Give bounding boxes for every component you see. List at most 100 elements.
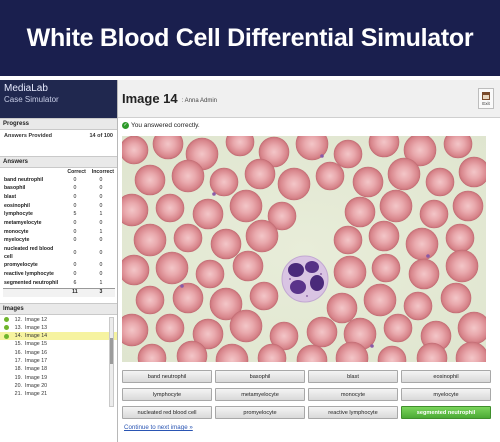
answer-button[interactable]: monocyte xyxy=(308,388,398,401)
red-blood-cell xyxy=(306,316,338,348)
status-text: You answered correctly. xyxy=(131,121,200,129)
image-label: Image 19 xyxy=(25,374,48,381)
exit-label: Exit xyxy=(482,100,490,106)
pending-dot-icon xyxy=(4,342,9,347)
answer-incorrect: 1 xyxy=(99,211,103,218)
red-blood-cell xyxy=(245,219,279,253)
pending-dot-icon xyxy=(4,392,9,397)
red-blood-cell xyxy=(445,223,475,253)
red-blood-cell xyxy=(155,251,189,285)
exit-icon xyxy=(482,91,490,100)
red-blood-cell xyxy=(371,253,401,283)
red-blood-cell xyxy=(363,283,397,317)
answer-incorrect: 1 xyxy=(99,279,103,286)
answer-label: band neutrophil xyxy=(4,176,44,183)
image-list-item[interactable]: 20. Image 20 xyxy=(0,382,117,390)
answer-button[interactable]: lymphocyte xyxy=(122,388,212,401)
exit-button[interactable]: Exit xyxy=(478,88,494,109)
scroll-thumb[interactable] xyxy=(110,338,113,365)
answer-label: nucleated red blood cell xyxy=(4,246,54,260)
answer-button[interactable]: basophil xyxy=(215,370,305,383)
image-label: Image 18 xyxy=(25,366,48,373)
pending-dot-icon xyxy=(4,383,9,388)
answer-label: segmented neutrophil xyxy=(4,279,59,286)
image-label: Image 16 xyxy=(25,349,48,356)
platelet xyxy=(320,154,324,158)
answers-provided-value: 14 of 100 xyxy=(89,133,113,139)
red-blood-cell xyxy=(452,190,484,222)
image-number: 18. xyxy=(14,366,22,373)
pending-dot-icon xyxy=(4,375,9,380)
answer-button[interactable]: blast xyxy=(308,370,398,383)
image-list-item[interactable]: 19. Image 19 xyxy=(0,374,117,382)
answer-correct: 0 xyxy=(73,262,77,269)
banner-title: White Blood Cell Differential Simulator xyxy=(26,23,474,52)
answer-options: band neutrophil basophil blast eosinophil l… xyxy=(122,370,494,431)
answer-correct: 0 xyxy=(73,237,77,244)
answer-button[interactable]: myelocyte xyxy=(401,388,491,401)
pending-dot-icon xyxy=(4,359,9,364)
image-list-item[interactable]: 16. Image 16 xyxy=(0,349,117,357)
answer-correct: 0 xyxy=(73,193,77,200)
image-list-item[interactable]: 21. Image 21 xyxy=(0,390,117,398)
image-list-item[interactable]: 15. Image 15 xyxy=(0,340,117,348)
answer-button[interactable]: reactive lymphocyte xyxy=(308,406,398,419)
image-list-item[interactable]: 14. Image 14 xyxy=(0,332,117,341)
answer-label: metamyelocyte xyxy=(4,220,42,227)
image-list-item[interactable]: 12. Image 12 xyxy=(0,315,117,323)
image-list-item[interactable]: 13. Image 13 xyxy=(0,324,117,332)
answer-correct: 5 xyxy=(73,211,77,218)
red-blood-cell xyxy=(172,282,204,314)
answer-label: blast xyxy=(4,193,17,200)
red-blood-cell xyxy=(333,255,367,289)
answer-label: basophil xyxy=(4,185,26,192)
red-blood-cell xyxy=(209,167,239,197)
answers-row: band neutrophil 0 0 xyxy=(3,176,115,185)
answer-button[interactable]: metamyelocyte xyxy=(215,388,305,401)
answer-button[interactable]: band neutrophil xyxy=(122,370,212,383)
answer-label: reactive lymphocyte xyxy=(4,270,54,277)
answer-button[interactable]: segmented neutrophil xyxy=(401,406,491,419)
image-number: 13. xyxy=(14,324,22,331)
next-image-link[interactable]: Continue to next image » xyxy=(122,424,494,431)
answers-row: segmented neutrophil 6 1 xyxy=(3,279,115,288)
sidebar: MediaLab Case Simulator Progress Answers… xyxy=(0,80,118,442)
answers-total-row: 11 3 xyxy=(3,287,115,298)
answer-correct: 0 xyxy=(73,228,77,235)
image-list-item[interactable]: 18. Image 18 xyxy=(0,365,117,373)
answer-label: myelocyte xyxy=(4,237,30,244)
image-number: 15. xyxy=(14,341,22,348)
image-number: 14. xyxy=(14,333,22,340)
image-label: Image 20 xyxy=(25,382,48,389)
check-icon: ✓ xyxy=(122,121,129,129)
page-title: Image 14 xyxy=(122,91,178,106)
user-name: : Anna Admin xyxy=(181,97,218,104)
progress-header: Progress xyxy=(0,118,117,130)
image-number: 16. xyxy=(14,349,22,356)
image-list-item[interactable]: 17. Image 17 xyxy=(0,357,117,365)
images-scrollbar[interactable] xyxy=(109,317,114,408)
red-blood-cell xyxy=(155,193,185,223)
banner: White Blood Cell Differential Simulator xyxy=(0,0,500,76)
answers-row: basophil 0 0 xyxy=(3,185,115,194)
red-blood-cell xyxy=(445,249,479,283)
image-label: Image 14 xyxy=(25,333,48,340)
answer-button[interactable]: eosinophil xyxy=(401,370,491,383)
red-blood-cell xyxy=(419,199,449,229)
answers-table: Correct Incorrect band neutrophil 0 0 basop… xyxy=(3,168,115,298)
platelet xyxy=(180,284,184,288)
red-blood-cell xyxy=(383,313,413,343)
red-blood-cell xyxy=(232,250,264,282)
answer-correct: 0 xyxy=(73,249,77,256)
answers-row: myelocyte 0 0 xyxy=(3,237,115,246)
answer-correct: 0 xyxy=(73,270,77,277)
images-list: 12. Image 12 13. Image 13 14. Image 14 15. Imag… xyxy=(0,315,117,411)
red-blood-cell xyxy=(134,164,166,196)
answer-correct: 0 xyxy=(73,220,77,227)
answer-button[interactable]: nucleated red blood cell xyxy=(122,406,212,419)
image-number: 19. xyxy=(14,374,22,381)
answer-button[interactable]: promyelocyte xyxy=(215,406,305,419)
answer-label: monocyte xyxy=(4,228,29,235)
red-blood-cell xyxy=(368,220,400,252)
red-blood-cell xyxy=(387,157,421,191)
